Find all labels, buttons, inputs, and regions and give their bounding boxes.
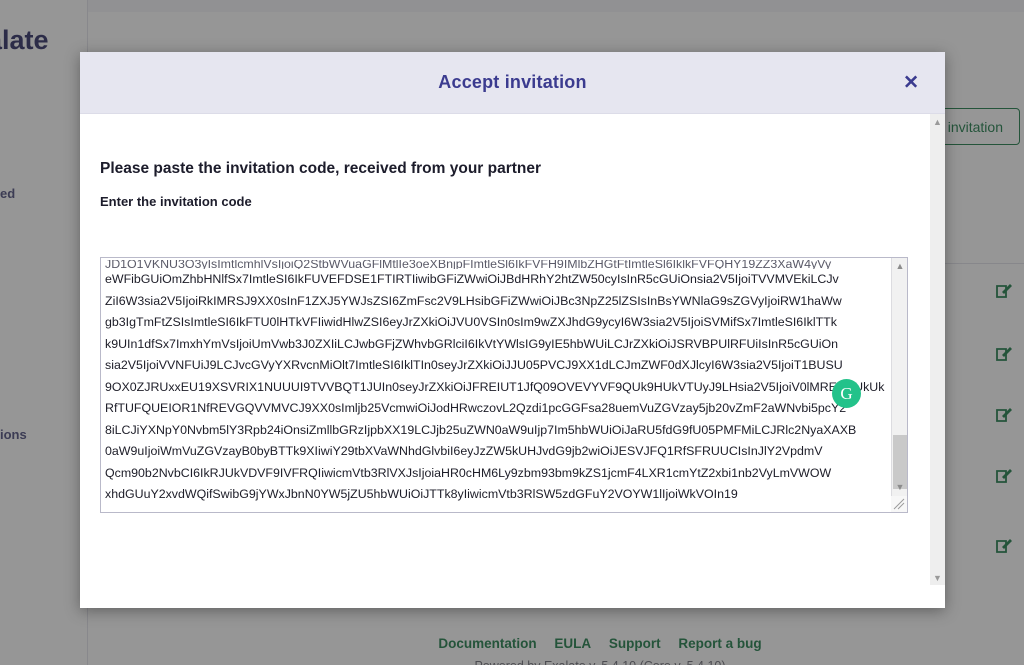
invitation-code-label: Enter the invitation code [100, 194, 252, 209]
scroll-up-icon[interactable]: ▲ [892, 258, 908, 274]
dialog-footer: Next [80, 585, 945, 608]
textarea-scrollbar[interactable]: ▲ ▼ [891, 258, 907, 512]
scroll-down-icon[interactable]: ▼ [892, 479, 908, 495]
dialog-title: Accept invitation [438, 72, 587, 92]
grammarly-glyph: G [840, 384, 853, 403]
code-line: JD1O1VKNU3O3yIsImtlcmhlVsIjoiQ2StbWVuaGF… [105, 260, 832, 269]
code-line: xhdGUuY2xvdWQifSwibG9jYWxJbnN0YW5jZU5hbW… [105, 487, 738, 501]
code-line: sia2V5IjoiVVNFUiJ9LCJvcGVyYXRvcnMiOlt7Im… [105, 358, 843, 372]
code-line: 9OX0ZJRUxxEU19XSVRIX1NUUUI9TVVBQT1JUIn0s… [105, 379, 885, 394]
code-line: k9UIn1dfSx7ImxhYmVsIjoiUmVwb3J0ZXIiLCJwb… [105, 336, 839, 351]
invitation-code-field-wrapper: JD1O1VKNU3O3yIsImtlcmhlVsIjoiQ2StbWVuaGF… [100, 257, 908, 513]
code-line: 8iLCJiYXNpY0Nvbm5lY3Rpb24iOnsiZmllbGRzIj… [105, 422, 857, 437]
code-line: 0aW9uIjoiWmVuZGVzayB0byBTTk9XIiwiY29tbXV… [105, 444, 823, 458]
scroll-down-icon[interactable]: ▼ [930, 570, 945, 585]
close-icon[interactable]: ✕ [899, 69, 923, 96]
instruction-text: Please paste the invitation code, receiv… [100, 160, 542, 177]
accept-invitation-dialog: Accept invitation ✕ Please paste the inv… [80, 52, 945, 608]
dialog-body: Please paste the invitation code, receiv… [80, 114, 945, 585]
invitation-code-input[interactable]: JD1O1VKNU3O3yIsImtlcmhlVsIjoiQ2StbWVuaGF… [100, 257, 908, 513]
code-line: ZiI6W3sia2V5IjoiRkIMRSJ9XX0sInF1ZXJ5YWJs… [105, 293, 842, 308]
code-line: gb3IgTmFtZSIsImtleSI6IkFTU0lHTkVFIiwidHl… [105, 315, 837, 329]
textarea-resize-handle[interactable] [891, 496, 907, 512]
dialog-header: Accept invitation ✕ [80, 52, 945, 114]
scroll-up-icon[interactable]: ▲ [930, 114, 945, 129]
grammarly-icon[interactable]: G [832, 379, 861, 408]
dialog-vertical-scrollbar[interactable]: ▲ ▼ [930, 114, 945, 585]
code-line: eWFibGUiOmZhbHNlfSx7ImtleSI6IkFUVEFDSE1F… [105, 272, 839, 286]
code-line: RfTUFQUEIOR1NfREVGQVVMVCJ9XX0sImljb25Vcm… [105, 401, 847, 415]
code-line: Qcm90b2NvbCI6IkRJUkVDVF9IVFRQIiwicmVtb3R… [105, 465, 832, 480]
